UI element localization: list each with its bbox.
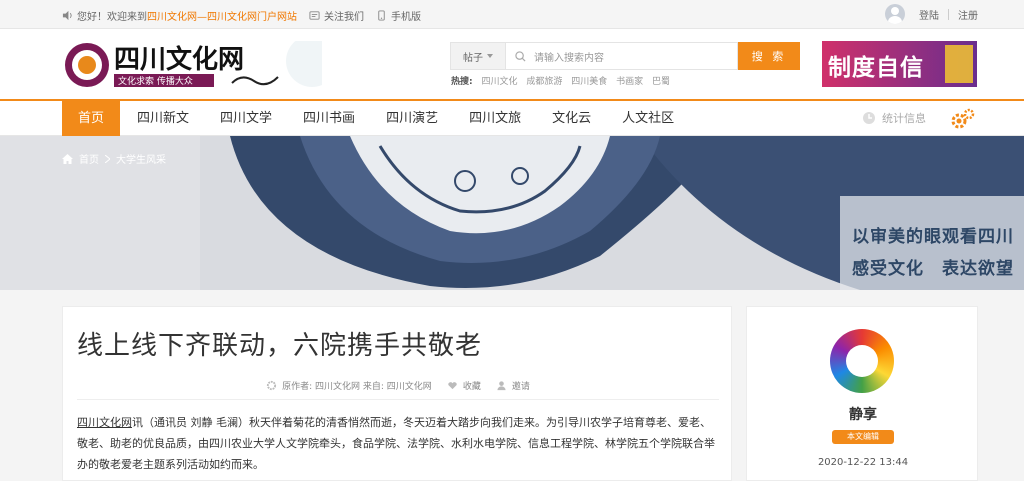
divider (948, 8, 949, 20)
follow-us-link[interactable]: 关注我们 (309, 8, 364, 23)
search-button[interactable]: 搜 索 (738, 42, 800, 70)
search-category-select[interactable]: 帖子 (450, 42, 506, 70)
ad-banner[interactable]: 制度自信 (822, 41, 977, 87)
site-logo[interactable]: 四川文化网 文化求索 传播大众 (62, 41, 322, 91)
article-card: 线上线下齐联动，六院携手共敬老 原作者: 四川文化网 来自: 四川文化网 收藏 … (62, 306, 732, 481)
search-input[interactable]: 请输入搜索内容 (506, 42, 738, 70)
author-card: 静享 本文编辑 2020-12-22 13:44 (746, 306, 978, 481)
logo-name-text: 四川文化网 (114, 44, 244, 75)
top-bar-right: 登陆 注册 (885, 4, 978, 24)
wechat-icon (309, 11, 320, 20)
author-name[interactable]: 静享 (747, 404, 979, 424)
hot-search-label: 热搜: (451, 77, 473, 87)
breadcrumb-home[interactable]: 首页 (79, 151, 99, 166)
nav-item-news[interactable]: 四川新文 (123, 101, 203, 136)
article-meta: 原作者: 四川文化网 来自: 四川文化网 收藏 邀请 (63, 379, 733, 392)
author-avatar[interactable] (830, 329, 894, 393)
search-placeholder: 请输入搜索内容 (534, 52, 604, 64)
nav-item-culture-cloud[interactable]: 文化云 (538, 101, 605, 136)
mobile-version-link[interactable]: 手机版 (376, 8, 421, 23)
site-name-link[interactable]: 四川文化网—四川文化网门户网站 (147, 8, 297, 23)
register-link[interactable]: 注册 (958, 7, 978, 22)
home-icon[interactable] (62, 153, 73, 164)
invite-button[interactable]: 邀请 (512, 379, 530, 392)
hot-term[interactable]: 成都旅游 (526, 77, 562, 87)
breadcrumb-current[interactable]: 大学生风采 (116, 151, 166, 166)
user-avatar[interactable] (885, 4, 905, 24)
editor-badge: 本文编辑 (832, 430, 894, 444)
nav-item-tourism[interactable]: 四川文旅 (455, 101, 535, 136)
phone-icon (378, 10, 385, 21)
hero-slogan-line-2: 感受文化 表达欲望 (852, 259, 1014, 279)
nav-item-performance[interactable]: 四川演艺 (372, 101, 452, 136)
nav-item-community[interactable]: 人文社区 (608, 101, 688, 136)
speaker-icon (62, 10, 72, 21)
publish-time: 2020-12-22 13:44 (817, 457, 909, 468)
search-category-label: 帖子 (463, 52, 483, 64)
nav-item-home[interactable]: 首页 (62, 101, 121, 136)
hot-term[interactable]: 巴蜀 (652, 77, 670, 87)
stat-info-label: 统计信息 (882, 112, 926, 125)
user-icon (497, 381, 506, 391)
hot-term[interactable]: 四川文化 (481, 77, 517, 87)
main-nav: 首页 四川新文 四川文学 四川书画 四川演艺 四川文旅 文化云 人文社区 统计信… (0, 99, 1024, 136)
breadcrumb: 首页 大学生风采 (62, 151, 166, 166)
heart-icon (448, 382, 457, 390)
chevron-down-icon (487, 54, 493, 58)
nav-item-literature[interactable]: 四川文学 (206, 101, 286, 136)
top-bar: 您好！欢迎来到 四川文化网—四川文化网门户网站 关注我们 手机版 登陆 注册 (0, 0, 1024, 29)
flag-graphic (945, 45, 973, 83)
article-body-text: 讯（通讯员 刘静 毛澜）秋天伴着菊花的清香悄然而逝，冬天迈着大踏步向我们走来。为… (77, 416, 715, 471)
site-header: 四川文化网 文化求索 传播大众 帖子 请输入搜索内容 搜 索 热搜: 四川文化 … (0, 29, 1024, 99)
hot-term[interactable]: 四川美食 (571, 77, 607, 87)
settings-gear-icon[interactable] (950, 107, 976, 131)
gear-icon (267, 380, 277, 391)
hero-banner: 首页 大学生风采 以审美的眼观看四川 感受文化 表达欲望 (0, 136, 1024, 290)
search-icon (515, 51, 526, 62)
stat-info-link[interactable]: 统计信息 (862, 110, 926, 126)
article-body: 四川文化网讯（通讯员 刘静 毛澜）秋天伴着菊花的清香悄然而逝，冬天迈着大踏步向我… (77, 412, 719, 475)
chevron-right-icon (105, 154, 110, 163)
ad-banner-text: 制度自信 (828, 55, 924, 81)
article-title: 线上线下齐联动，六院携手共敬老 (77, 331, 483, 361)
hot-term[interactable]: 书画家 (616, 77, 643, 87)
nav-item-calligraphy[interactable]: 四川书画 (289, 101, 369, 136)
search-box: 帖子 请输入搜索内容 搜 索 (450, 42, 800, 70)
follow-us-label: 关注我们 (324, 12, 364, 23)
mobile-version-label: 手机版 (391, 12, 421, 23)
login-link[interactable]: 登陆 (919, 7, 939, 22)
article-body-link[interactable]: 四川文化网 (77, 416, 132, 429)
logo-slogan-text: 文化求索 传播大众 (118, 75, 193, 87)
top-bar-left: 您好！欢迎来到 四川文化网—四川文化网门户网站 关注我们 手机版 (62, 8, 421, 23)
hot-search: 热搜: 四川文化 成都旅游 四川美食 书画家 巴蜀 (451, 74, 676, 87)
article-author: 原作者: 四川文化网 来自: 四川文化网 (282, 382, 432, 392)
clock-icon (863, 112, 875, 124)
favorite-button[interactable]: 收藏 (463, 379, 481, 392)
divider (77, 399, 719, 400)
welcome-text: 您好！欢迎来到 (77, 12, 147, 23)
hero-slogan-line-1: 以审美的眼观看四川 (852, 227, 1014, 247)
